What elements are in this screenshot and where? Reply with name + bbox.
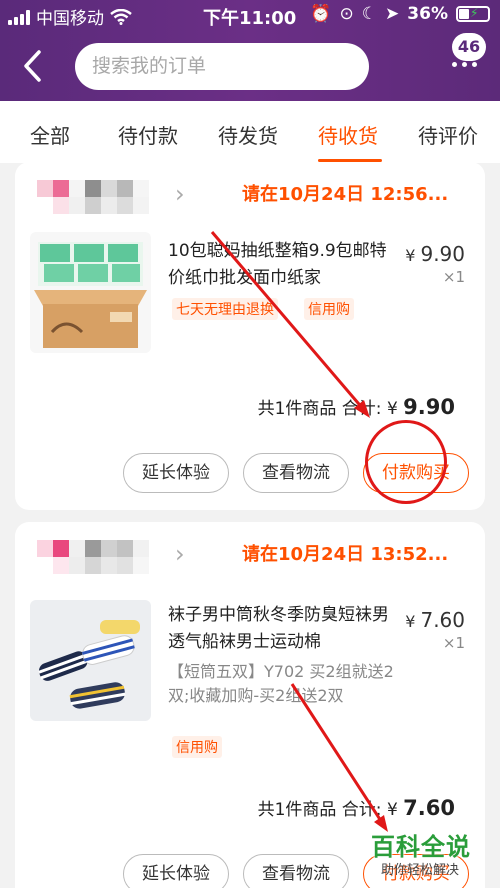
status-bar: 中国移动 下午11:00 ⏰ ⊙ ☾ ➤ 36% ⚡ bbox=[0, 0, 500, 30]
location-icon: ➤ bbox=[385, 4, 400, 24]
signal-icon bbox=[8, 9, 30, 25]
carrier-label: 中国移动 bbox=[36, 9, 104, 29]
extend-trial-button[interactable]: 延长体验 bbox=[123, 453, 229, 493]
order-total: 共1件商品 合计: ¥ 7.60 bbox=[257, 796, 455, 820]
shop-name-blurred[interactable] bbox=[37, 180, 165, 214]
product-image[interactable] bbox=[30, 232, 151, 353]
product-image[interactable] bbox=[30, 600, 151, 721]
payment-deadline: 请在10月24日 12:56... bbox=[242, 184, 449, 205]
product-title[interactable]: 10包聪妈抽纸整箱9.9包邮特价纸巾批发面巾纸家 bbox=[168, 238, 390, 292]
tab-pending-shipment[interactable]: 待发货 bbox=[218, 120, 278, 149]
shop-name-blurred[interactable] bbox=[37, 540, 165, 574]
clock: 下午11:00 bbox=[203, 8, 297, 29]
battery-icon: ⚡ bbox=[456, 6, 490, 22]
unit-price: ¥ 9.90 bbox=[405, 242, 465, 266]
watermark-logo: 百科全说 助你轻松解决 bbox=[365, 827, 493, 885]
chevron-right-icon[interactable]: › bbox=[175, 540, 185, 568]
order-status-tabs: 全部 待付款 待发货 待收货 待评价 bbox=[0, 101, 500, 163]
chevron-right-icon[interactable]: › bbox=[175, 180, 185, 208]
tab-pending-payment[interactable]: 待付款 bbox=[118, 120, 178, 149]
product-title[interactable]: 袜子男中筒秋冬季防臭短袜男透气船袜男士运动棉 bbox=[168, 602, 390, 656]
watermark-subtitle: 助你轻松解决 bbox=[381, 863, 460, 878]
view-logistics-button[interactable]: 查看物流 bbox=[243, 854, 349, 888]
unit-price: ¥ 7.60 bbox=[405, 608, 465, 632]
tab-all[interactable]: 全部 bbox=[30, 120, 70, 149]
payment-deadline: 请在10月24日 13:52... bbox=[242, 544, 449, 565]
moon-icon: ☾ bbox=[361, 4, 378, 24]
rotation-lock-icon: ⊙ bbox=[339, 4, 354, 24]
tab-pending-review[interactable]: 待评价 bbox=[418, 120, 478, 149]
alarm-icon: ⏰ bbox=[310, 4, 332, 24]
quantity: ×1 bbox=[442, 634, 465, 652]
service-tag: 信用购 bbox=[172, 736, 222, 758]
more-icon[interactable] bbox=[452, 62, 477, 67]
watermark-title: 百科全说 bbox=[371, 833, 471, 861]
sku-description: 【短筒五双】Y702 买2组就送2双;收藏加购-买2组送2双 bbox=[168, 662, 394, 705]
message-count-badge[interactable]: 46 bbox=[452, 33, 486, 61]
tab-pending-receipt[interactable]: 待收货 bbox=[318, 120, 378, 149]
service-tag: 信用购 bbox=[304, 298, 354, 320]
quantity: ×1 bbox=[442, 268, 465, 286]
service-tag: 七天无理由退换 bbox=[172, 298, 278, 320]
wifi-icon bbox=[110, 8, 132, 25]
extend-trial-button[interactable]: 延长体验 bbox=[123, 854, 229, 888]
header-bar: 中国移动 下午11:00 ⏰ ⊙ ☾ ➤ 36% ⚡ 搜索我的订单 46 bbox=[0, 0, 500, 101]
annotation-circle bbox=[365, 420, 447, 504]
search-input[interactable]: 搜索我的订单 bbox=[75, 43, 369, 90]
back-icon[interactable] bbox=[18, 48, 48, 84]
view-logistics-button[interactable]: 查看物流 bbox=[243, 453, 349, 493]
battery-percent: 36% bbox=[407, 4, 448, 24]
order-total: 共1件商品 合计: ¥ 9.90 bbox=[257, 395, 455, 419]
